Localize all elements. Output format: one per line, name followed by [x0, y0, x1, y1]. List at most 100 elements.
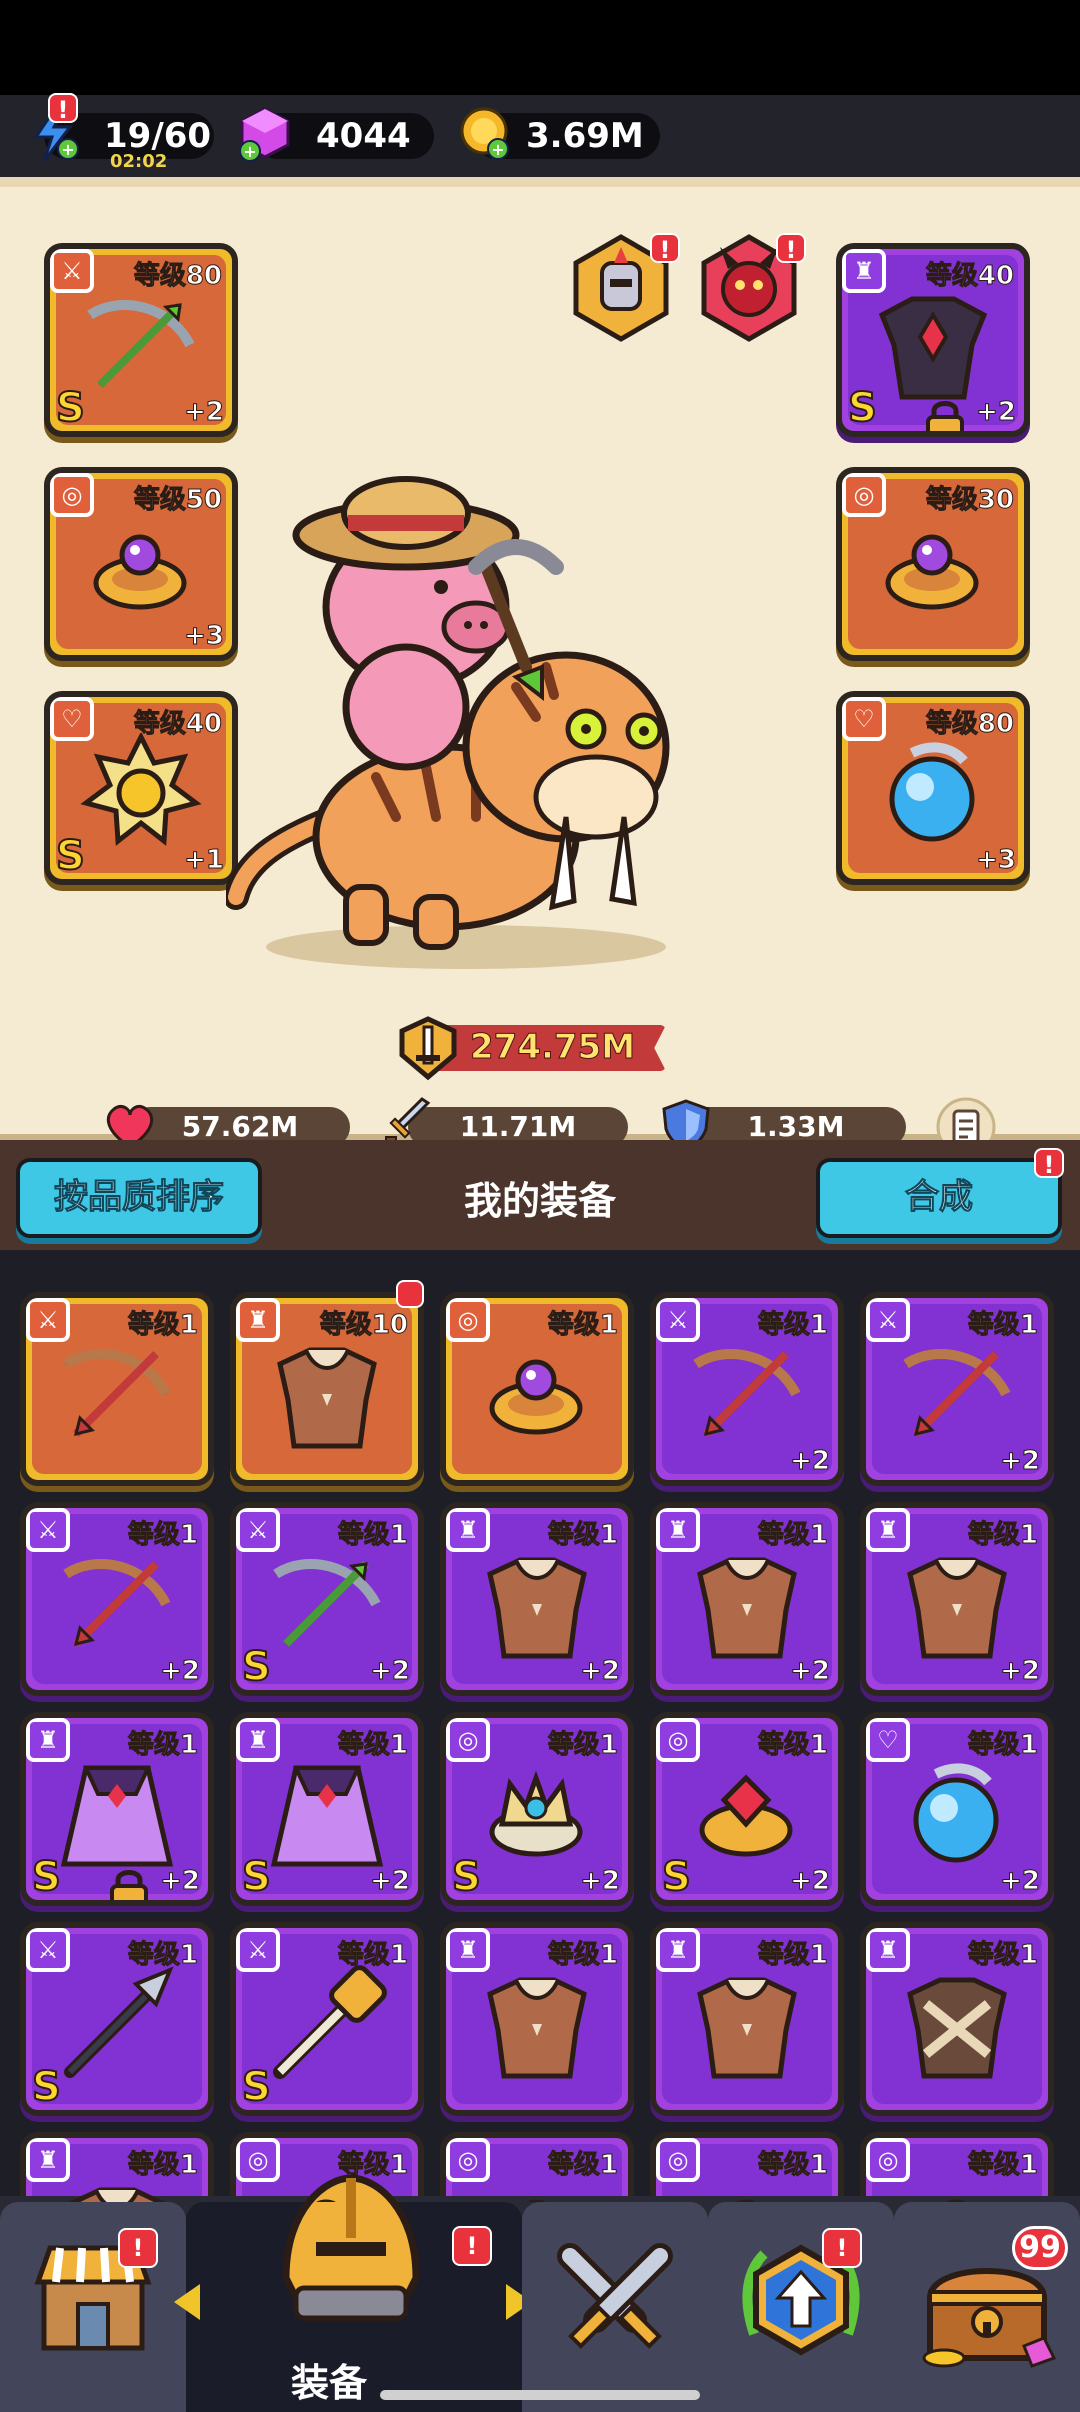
resource-bar: + 19/60 ! 02:02 + 4044 + 3.69M [0, 93, 1080, 177]
ring-category-icon: ◎ [236, 2138, 280, 2182]
hero-character-pig-on-tiger [226, 476, 670, 969]
crossbow-icon [273, 1559, 381, 1647]
inventory-item[interactable]: ⚔ 等级1 [20, 1292, 214, 1486]
item-level: 等级1 [337, 2150, 408, 2181]
inventory-item[interactable]: ◎ 等级1 [650, 2132, 844, 2202]
inventory-item[interactable]: ♜ 等级10 [230, 1292, 424, 1486]
ring-category-icon: ◎ [446, 1718, 490, 1762]
armor-category-icon: ♜ [866, 1508, 910, 1552]
ring-category-icon: ◎ [656, 1718, 700, 1762]
blue-orb-icon [889, 742, 975, 842]
item-level: 等级1 [337, 1730, 408, 1761]
hp-value: 57.62M [181, 1110, 299, 1143]
inventory-item[interactable]: ⚔ 等级1 +2 S [230, 1502, 424, 1696]
game-screen: + 19/60 ! 02:02 + 4044 + 3.69M ⚔ 等级80 +2… [0, 0, 1080, 2412]
crossbow-icon [87, 300, 195, 388]
nav-chest-tab[interactable]: 99 [894, 2202, 1080, 2412]
inventory-item[interactable]: ♜ 等级1 +2 [650, 1502, 844, 1696]
home-indicator[interactable] [380, 2390, 700, 2400]
equipped-slot-left[interactable]: ♡ 等级40 +1 S [44, 691, 238, 885]
inventory-item[interactable]: ⚔ 等级1 +2 [860, 1292, 1054, 1486]
chest-count-badge: 99 [1012, 2226, 1068, 2270]
item-plus: +3 [184, 621, 225, 652]
dark-fur-armor-icon [907, 1977, 1007, 2079]
nav-shop-tab[interactable]: ! [0, 2202, 186, 2412]
equipped-slot-left[interactable]: ◎ 等级50 +3 [44, 467, 238, 661]
armor-category-icon: ♜ [656, 1928, 700, 1972]
inventory-item[interactable]: ♜ 等级1 +2 [860, 1502, 1054, 1696]
item-plus: +2 [370, 1656, 411, 1687]
inventory-item[interactable]: ⚔ 等级1 S [230, 1922, 424, 2116]
bow-icon [63, 1349, 171, 1437]
inventory-item[interactable]: ♜ 等级1 +2 S [230, 1712, 424, 1906]
arrow-left-icon[interactable] [172, 2282, 202, 2322]
weapon-category-icon: ⚔ [236, 1508, 280, 1552]
armor-category-icon: ♜ [236, 1718, 280, 1762]
fur-vest-icon [487, 1977, 587, 2079]
item-plus: +1 [184, 845, 225, 876]
inventory-item[interactable]: ⚔ 等级1 +2 [20, 1502, 214, 1696]
equipped-slot-right[interactable]: ♜ 等级40 +2 S [836, 243, 1030, 437]
bow-icon [903, 1349, 1011, 1437]
cape-icon [270, 1765, 384, 1867]
equip-alert-badge: ! [452, 2226, 492, 2266]
inventory-item[interactable]: ♜ 等级1 [860, 1922, 1054, 2116]
gem-counter[interactable]: + 4044 [239, 107, 434, 162]
item-level: 等级1 [757, 2150, 828, 2181]
inventory-item[interactable]: ♜ 等级1 [440, 1922, 634, 2116]
nav-battle-tab[interactable] [522, 2202, 708, 2412]
s-grade-mark: S [241, 1643, 272, 1690]
inventory-item[interactable]: ⚔ 等级1 S [20, 1922, 214, 2116]
armor-category-icon: ♜ [26, 1718, 70, 1762]
ring-category-icon: ◎ [446, 1298, 490, 1342]
inventory-item[interactable]: ♜ 等级1 +2 S [20, 1712, 214, 1906]
energy-timer: 02:02 [110, 151, 168, 172]
inventory-item[interactable]: ♜ 等级1 [650, 1922, 844, 2116]
item-level: 等级1 [757, 1940, 828, 1971]
cape-icon [60, 1765, 174, 1867]
ring-icon [489, 1359, 583, 1435]
inventory-item[interactable]: ♡ 等级1 +2 [860, 1712, 1054, 1906]
necklace-category-icon: ♡ [842, 697, 886, 741]
inventory-item[interactable]: ◎ 等级1 [860, 2132, 1054, 2202]
equipped-slot-left[interactable]: ⚔ 等级80 +2 S [44, 243, 238, 437]
armor-category-icon: ♜ [26, 2138, 70, 2182]
shop-alert-badge: ! [118, 2228, 158, 2268]
nav-equip-label: 装备 [290, 2361, 367, 2405]
s-grade-mark: S [55, 384, 86, 431]
inventory-item[interactable]: ♜ 等级1 +2 [440, 1502, 634, 1696]
ring-icon [93, 534, 187, 610]
ruby-ring-icon [699, 1774, 793, 1857]
weapon-category-icon: ⚔ [26, 1928, 70, 1972]
inventory-item[interactable]: ♜ 等级1 [20, 2132, 214, 2202]
ring-icon [885, 534, 979, 610]
necklace-category-icon: ♡ [50, 697, 94, 741]
inventory-item[interactable]: ◎ 等级1 [440, 1292, 634, 1486]
s-grade-mark: S [31, 2063, 62, 2110]
item-plus: +2 [370, 1866, 411, 1897]
item-level: 等级1 [127, 1730, 198, 1761]
nav-upgrade-tab[interactable]: ! [708, 2202, 894, 2412]
weapon-category-icon: ⚔ [236, 1928, 280, 1972]
weapon-category-icon: ⚔ [26, 1508, 70, 1552]
purple-gem-plus-icon: + [239, 107, 290, 162]
bow-icon [63, 1559, 171, 1647]
inventory-item[interactable]: ◎ 等级1 +2 S [440, 1712, 634, 1906]
merge-button[interactable]: 合成 [816, 1158, 1062, 1238]
nav-equip-tab[interactable]: ! 装备 [174, 2174, 532, 2412]
item-level: 等级1 [757, 1730, 828, 1761]
inventory-item[interactable]: ◎ 等级1 [440, 2132, 634, 2202]
item-plus: +2 [976, 397, 1017, 428]
dark-armor-icon [878, 296, 988, 400]
item-level: 等级1 [127, 2150, 198, 2181]
equipped-slot-right[interactable]: ◎ 等级30 [836, 467, 1030, 661]
armor-category-icon: ♜ [866, 1928, 910, 1972]
energy-alert-badge: ! [48, 93, 78, 124]
gold-counter[interactable]: + 3.69M [460, 107, 660, 160]
inventory-item[interactable]: ⚔ 等级1 +2 [650, 1292, 844, 1486]
equipped-slot-right[interactable]: ♡ 等级80 +3 [836, 691, 1030, 885]
upgrade-alert-badge: ! [822, 2228, 862, 2268]
inventory-item[interactable]: ◎ 等级1 +2 S [650, 1712, 844, 1906]
knight-alert-badge: ! [650, 233, 680, 264]
item-level: 等级80 [925, 709, 1014, 740]
